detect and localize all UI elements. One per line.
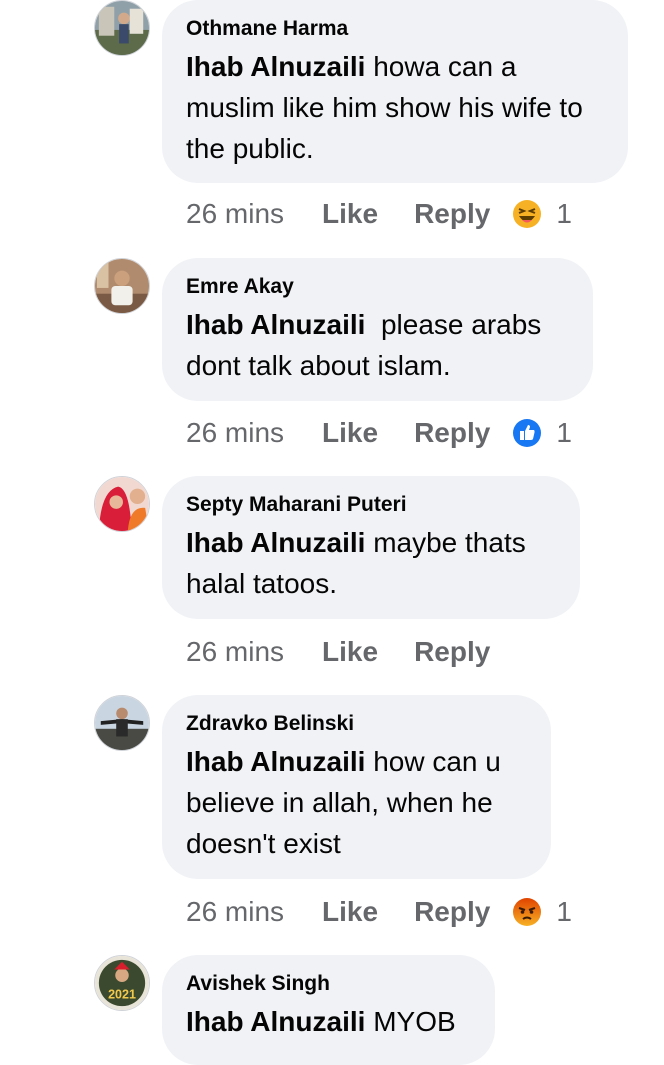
comment-item: 2021 Avishek Singh Ihab Alnuzaili MYOB [0,955,664,1065]
reaction-summary[interactable]: 1 [512,417,572,449]
comment-text: Ihab Alnuzaili please arabs dont talk ab… [186,304,569,386]
comment-timestamp[interactable]: 26 mins [186,417,284,449]
comment-actions: 26 mins Like Reply 1 [186,413,572,453]
haha-emoji-icon [513,200,542,228]
comment-author[interactable]: Emre Akay [186,274,569,300]
comment-actions: 26 mins Like Reply 1 [186,892,572,932]
comment-bubble: Emre Akay Ihab Alnuzaili please arabs do… [162,258,593,401]
comment-timestamp[interactable]: 26 mins [186,198,284,230]
avatar[interactable]: 2021 [94,955,150,1011]
comment-item: Zdravko Belinski Ihab Alnuzaili how can … [0,695,664,935]
mention-link[interactable]: Ihab Alnuzaili [186,51,365,82]
like-button[interactable]: Like [322,636,378,668]
comment-bubble: Septy Maharani Puteri Ihab Alnuzaili may… [162,476,580,619]
reply-button[interactable]: Reply [414,636,490,668]
comment-timestamp[interactable]: 26 mins [186,636,284,668]
comment-text: Ihab Alnuzaili maybe thats halal tatoos. [186,522,556,604]
comment-item: Septy Maharani Puteri Ihab Alnuzaili may… [0,476,664,676]
comment-author[interactable]: Zdravko Belinski [186,711,527,737]
like-button[interactable]: Like [322,896,378,928]
mention-link[interactable]: Ihab Alnuzaili [186,527,365,558]
like-button[interactable]: Like [322,198,378,230]
avatar[interactable] [94,476,150,532]
reaction-count: 1 [556,896,572,927]
like-thumb-icon [513,419,542,447]
comment-author[interactable]: Avishek Singh [186,971,471,997]
reaction-summary[interactable]: 1 [512,198,572,230]
comment-bubble: Avishek Singh Ihab Alnuzaili MYOB [162,955,495,1065]
reply-button[interactable]: Reply [414,896,490,928]
comment-bubble: Othmane Harma Ihab Alnuzaili howa can a … [162,0,628,183]
avatar[interactable] [94,695,150,751]
reply-button[interactable]: Reply [414,417,490,449]
mention-link[interactable]: Ihab Alnuzaili [186,1006,365,1037]
comment-item: Othmane Harma Ihab Alnuzaili howa can a … [0,0,664,250]
comment-body: MYOB [365,1006,456,1037]
mention-link[interactable]: Ihab Alnuzaili [186,309,365,340]
reaction-summary[interactable]: 1 [512,896,572,928]
reply-button[interactable]: Reply [414,198,490,230]
angry-emoji-icon [513,898,542,926]
reaction-count: 1 [556,417,572,448]
comment-actions: 26 mins Like Reply [186,632,512,672]
comment-timestamp[interactable]: 26 mins [186,896,284,928]
comment-author[interactable]: Othmane Harma [186,16,604,42]
comment-author[interactable]: Septy Maharani Puteri [186,492,556,518]
comment-text: Ihab Alnuzaili how can u believe in alla… [186,741,527,864]
avatar[interactable] [94,258,150,314]
reaction-count: 1 [556,198,572,229]
comment-bubble: Zdravko Belinski Ihab Alnuzaili how can … [162,695,551,879]
comment-text: Ihab Alnuzaili howa can a muslim like hi… [186,46,604,169]
comment-actions: 26 mins Like Reply 1 [186,194,572,234]
comment-item: Emre Akay Ihab Alnuzaili please arabs do… [0,258,664,458]
avatar[interactable] [94,0,150,56]
comment-text: Ihab Alnuzaili MYOB [186,1001,471,1042]
svg-text:2021: 2021 [108,987,136,1001]
like-button[interactable]: Like [322,417,378,449]
mention-link[interactable]: Ihab Alnuzaili [186,746,365,777]
